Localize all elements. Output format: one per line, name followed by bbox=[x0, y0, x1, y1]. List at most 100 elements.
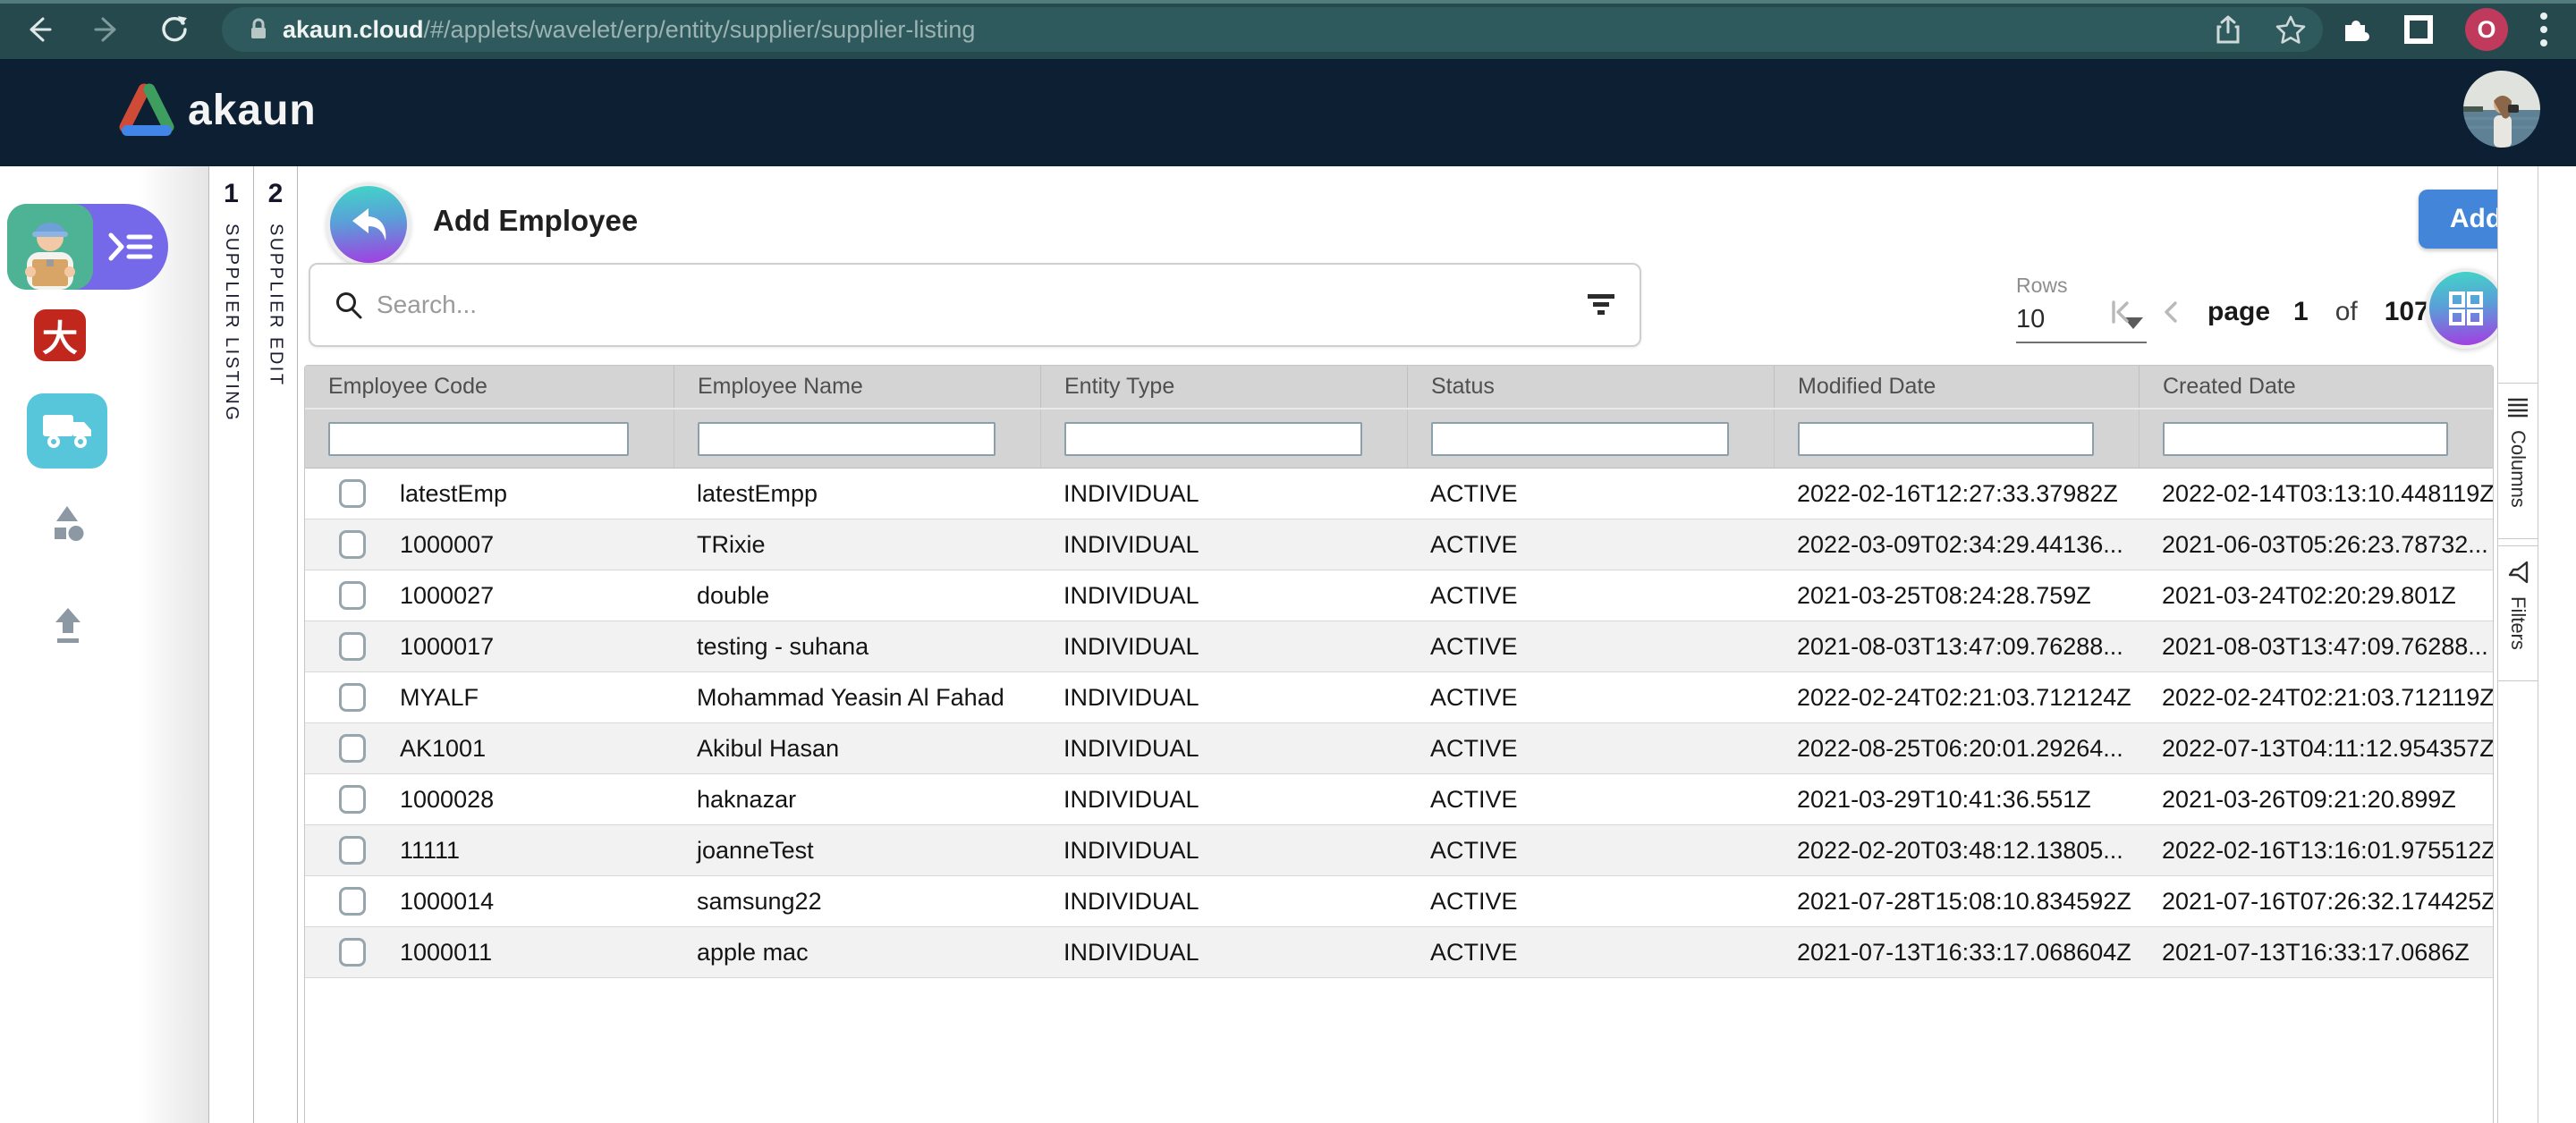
employee-table: Employee Code Employee Name Entity Type … bbox=[304, 365, 2494, 1123]
first-page-icon[interactable] bbox=[2107, 299, 2134, 325]
cell-status: ACTIVE bbox=[1407, 582, 1774, 610]
tab-supplier-listing[interactable]: 1 SUPPLIER LISTING bbox=[208, 166, 253, 1123]
cell-modified-date: 2022-08-25T06:20:01.29264... bbox=[1774, 735, 2139, 763]
search-input[interactable] bbox=[377, 291, 1586, 319]
cell-employee-name: testing - suhana bbox=[674, 633, 1040, 661]
filter-funnel-icon bbox=[2506, 561, 2529, 584]
row-checkbox[interactable] bbox=[339, 938, 366, 967]
share-icon[interactable] bbox=[2214, 14, 2242, 45]
cell-created-date: 2022-07-13T04:11:12.954357Z bbox=[2139, 735, 2493, 763]
column-header-entity-type[interactable]: Entity Type bbox=[1040, 366, 1407, 408]
filter-list-icon[interactable] bbox=[1586, 291, 1616, 319]
row-checkbox[interactable] bbox=[339, 530, 366, 559]
row-checkbox-cell bbox=[305, 734, 377, 763]
row-checkbox[interactable] bbox=[339, 683, 366, 712]
browser-menu-kebab-icon[interactable] bbox=[2538, 10, 2549, 49]
cell-employee-name: latestEmpp bbox=[674, 480, 1040, 508]
cell-created-date: 2021-06-03T05:26:23.78732... bbox=[2139, 531, 2493, 559]
cell-entity-type: INDIVIDUAL bbox=[1040, 939, 1407, 967]
sidebar-item-logistics-applet[interactable] bbox=[27, 393, 107, 469]
sidebar-item-shapes-applet[interactable] bbox=[47, 504, 88, 544]
table-row[interactable]: 1000017 testing - suhana INDIVIDUAL ACTI… bbox=[305, 621, 2493, 671]
cell-entity-type: INDIVIDUAL bbox=[1040, 684, 1407, 712]
row-checkbox-cell bbox=[305, 836, 377, 865]
cell-created-date: 2022-02-24T02:21:03.712119Z bbox=[2139, 684, 2493, 712]
column-header-status[interactable]: Status bbox=[1407, 366, 1774, 408]
filter-input-status[interactable] bbox=[1431, 422, 1729, 456]
sidebar-item-supplier-applet[interactable] bbox=[7, 204, 93, 290]
table-row[interactable]: MYALF Mohammad Yeasin Al Fahad INDIVIDUA… bbox=[305, 671, 2493, 722]
column-header-modified-date[interactable]: Modified Date bbox=[1774, 366, 2139, 408]
table-row[interactable]: 1000027 double INDIVIDUAL ACTIVE 2021-03… bbox=[305, 570, 2493, 621]
cell-employee-code: 1000014 bbox=[377, 888, 674, 916]
filter-input-entity-type[interactable] bbox=[1064, 422, 1362, 456]
back-button[interactable] bbox=[326, 182, 411, 266]
cell-employee-code: latestEmp bbox=[377, 480, 674, 508]
row-checkbox[interactable] bbox=[339, 581, 366, 610]
cell-entity-type: INDIVIDUAL bbox=[1040, 582, 1407, 610]
search-icon bbox=[334, 290, 364, 320]
cell-entity-type: INDIVIDUAL bbox=[1040, 480, 1407, 508]
previous-page-icon[interactable] bbox=[2157, 299, 2184, 325]
row-checkbox-cell bbox=[305, 785, 377, 814]
user-avatar[interactable] bbox=[2463, 71, 2540, 148]
page-title: Add Employee bbox=[433, 204, 638, 238]
side-panel-icon[interactable] bbox=[2402, 13, 2435, 46]
cell-employee-code: 1000007 bbox=[377, 531, 674, 559]
browser-refresh-icon[interactable] bbox=[152, 7, 197, 52]
row-checkbox[interactable] bbox=[339, 734, 366, 763]
filter-input-created-date[interactable] bbox=[2163, 422, 2448, 456]
search-bar bbox=[309, 263, 1641, 347]
table-row[interactable]: 1000011 apple mac INDIVIDUAL ACTIVE 2021… bbox=[305, 926, 2493, 977]
filter-input-employee-code[interactable] bbox=[328, 422, 629, 456]
row-checkbox[interactable] bbox=[339, 632, 366, 661]
cell-entity-type: INDIVIDUAL bbox=[1040, 531, 1407, 559]
table-row[interactable]: 1000007 TRixie INDIVIDUAL ACTIVE 2022-03… bbox=[305, 519, 2493, 570]
cell-entity-type: INDIVIDUAL bbox=[1040, 888, 1407, 916]
row-checkbox[interactable] bbox=[339, 785, 366, 814]
cell-created-date: 2022-02-16T13:16:01.975512Z bbox=[2139, 837, 2493, 865]
cell-status: ACTIVE bbox=[1407, 735, 1774, 763]
extensions-puzzle-icon[interactable] bbox=[2338, 13, 2372, 46]
row-checkbox[interactable] bbox=[339, 479, 366, 508]
browser-profile-badge[interactable]: O bbox=[2465, 8, 2508, 51]
cell-modified-date: 2022-02-16T12:27:33.37982Z bbox=[1774, 480, 2139, 508]
row-checkbox[interactable] bbox=[339, 887, 366, 916]
tab-supplier-edit[interactable]: 2 SUPPLIER EDIT bbox=[253, 166, 298, 1123]
sidebar-item-upload-applet[interactable] bbox=[50, 606, 86, 644]
bookmark-star-icon[interactable] bbox=[2275, 14, 2307, 45]
lock-icon bbox=[245, 16, 272, 43]
column-header-created-date[interactable]: Created Date bbox=[2139, 366, 2493, 408]
back-arrow-icon bbox=[345, 203, 392, 246]
table-row[interactable]: 1000014 samsung22 INDIVIDUAL ACTIVE 2021… bbox=[305, 875, 2493, 926]
columns-panel-tab[interactable]: Columns bbox=[2497, 383, 2538, 539]
table-row[interactable]: latestEmp latestEmpp INDIVIDUAL ACTIVE 2… bbox=[305, 468, 2493, 519]
table-row[interactable]: AK1001 Akibul Hasan INDIVIDUAL ACTIVE 20… bbox=[305, 722, 2493, 773]
filter-input-employee-name[interactable] bbox=[698, 422, 996, 456]
page-word: page bbox=[2207, 297, 2270, 327]
table-row[interactable]: 1000028 haknazar INDIVIDUAL ACTIVE 2021-… bbox=[305, 773, 2493, 824]
address-bar[interactable]: akaun.cloud/#/applets/wavelet/erp/entity… bbox=[222, 7, 2323, 52]
columns-icon bbox=[2506, 398, 2529, 418]
column-header-employee-code[interactable]: Employee Code bbox=[305, 366, 674, 408]
cell-modified-date: 2022-03-09T02:34:29.44136... bbox=[1774, 531, 2139, 559]
akaun-logo[interactable]: akaun bbox=[116, 82, 317, 138]
browser-back-icon[interactable] bbox=[16, 7, 61, 52]
cell-employee-name: samsung22 bbox=[674, 888, 1040, 916]
sidebar-item-bigledger-applet[interactable]: 大 bbox=[34, 309, 86, 361]
grid-view-button[interactable] bbox=[2426, 268, 2506, 349]
filters-panel-tab[interactable]: Filters bbox=[2497, 545, 2538, 681]
row-checkbox[interactable] bbox=[339, 836, 366, 865]
row-checkbox-cell bbox=[305, 683, 377, 712]
cell-modified-date: 2021-03-29T10:41:36.551Z bbox=[1774, 786, 2139, 814]
of-word: of bbox=[2335, 297, 2358, 327]
column-header-employee-name[interactable]: Employee Name bbox=[674, 366, 1040, 408]
browser-forward-icon[interactable] bbox=[85, 7, 130, 52]
table-filter-row bbox=[305, 408, 2493, 468]
bigledger-red-applet-icon: 大 bbox=[42, 309, 78, 361]
table-row[interactable]: 11111 joanneTest INDIVIDUAL ACTIVE 2022-… bbox=[305, 824, 2493, 875]
cell-employee-code: MYALF bbox=[377, 684, 674, 712]
rows-label: Rows bbox=[2016, 274, 2150, 298]
cell-entity-type: INDIVIDUAL bbox=[1040, 786, 1407, 814]
filter-input-modified-date[interactable] bbox=[1798, 422, 2094, 456]
